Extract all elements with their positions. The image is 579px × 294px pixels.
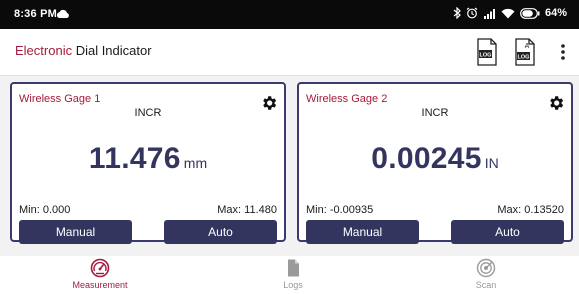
signal-icon bbox=[483, 8, 495, 19]
cloud-icon bbox=[56, 9, 69, 18]
document-icon bbox=[288, 259, 299, 277]
battery-percent: 64% bbox=[544, 7, 567, 19]
gage-value: 0.00245 bbox=[371, 142, 482, 175]
log-badge-text: LOG bbox=[518, 54, 530, 60]
gage-minmax: Min: 0.000 Max: 11.480 bbox=[19, 204, 277, 216]
alarm-icon bbox=[466, 7, 478, 19]
overflow-menu-icon[interactable] bbox=[558, 43, 568, 61]
gage-unit: mm bbox=[183, 155, 208, 171]
wifi-icon bbox=[501, 8, 515, 18]
gear-icon[interactable] bbox=[547, 94, 565, 112]
nav-item-logs[interactable]: Logs bbox=[233, 258, 353, 290]
status-icons: 64% bbox=[453, 7, 567, 19]
log-file-icon[interactable]: LOG bbox=[476, 38, 498, 66]
manual-button[interactable]: Manual bbox=[306, 220, 419, 244]
bottom-nav: Measurement Logs Scan bbox=[0, 256, 579, 294]
app-header: Electronic Dial Indicator LOG A LOG bbox=[0, 29, 579, 76]
gage-reading: 11.476 mm bbox=[12, 142, 284, 176]
nav-label: Scan bbox=[475, 280, 497, 290]
gage-title: Wireless Gage 2 bbox=[306, 93, 388, 105]
status-time: 8:36 PM bbox=[14, 8, 57, 20]
gage-unit: IN bbox=[484, 155, 499, 171]
gage-mode: INCR bbox=[421, 107, 449, 119]
auto-button[interactable]: Auto bbox=[164, 220, 277, 244]
gage-card-1: Wireless Gage 1 INCR 11.476 mm Min: 0.000… bbox=[10, 82, 286, 244]
gage-panel-area: Wireless Gage 1 INCR 11.476 mm Min: 0.000… bbox=[0, 76, 579, 256]
gage-card-2: Wireless Gage 2 INCR 0.00245 IN Min: -0.0… bbox=[297, 82, 573, 244]
gage-min: Min: 0.000 bbox=[19, 204, 71, 216]
gage-value: 11.476 bbox=[88, 142, 181, 175]
scan-icon bbox=[476, 258, 496, 278]
gage-reading: 0.00245 IN bbox=[299, 142, 571, 176]
bluetooth-icon bbox=[453, 7, 461, 19]
gage-min: Min: -0.00935 bbox=[306, 204, 374, 216]
gage-max: Max: 0.13520 bbox=[497, 204, 564, 216]
manual-button[interactable]: Manual bbox=[19, 220, 132, 244]
app-title: Electronic Dial Indicator bbox=[15, 43, 152, 58]
nav-label: Logs bbox=[283, 280, 303, 290]
gauge-icon bbox=[90, 258, 110, 278]
app-title-brand: Electronic bbox=[15, 43, 73, 58]
nav-label: Measurement bbox=[72, 280, 128, 290]
gage-minmax: Min: -0.00935 Max: 0.13520 bbox=[306, 204, 564, 216]
gage-mode: INCR bbox=[134, 107, 162, 119]
log-a-letter: A bbox=[525, 43, 530, 50]
gear-icon[interactable] bbox=[260, 94, 278, 112]
nav-item-measurement[interactable]: Measurement bbox=[40, 258, 160, 290]
status-bar: 8:36 PM 64% bbox=[0, 0, 579, 29]
nav-item-scan[interactable]: Scan bbox=[426, 258, 546, 290]
log-badge-text: LOG bbox=[480, 52, 492, 58]
auto-button[interactable]: Auto bbox=[451, 220, 564, 244]
app-title-rest: Dial Indicator bbox=[72, 43, 152, 58]
log-file-a-icon[interactable]: A LOG bbox=[514, 38, 536, 66]
gage-title: Wireless Gage 1 bbox=[19, 93, 101, 105]
battery-icon bbox=[520, 7, 540, 19]
gage-max: Max: 11.480 bbox=[217, 204, 277, 216]
